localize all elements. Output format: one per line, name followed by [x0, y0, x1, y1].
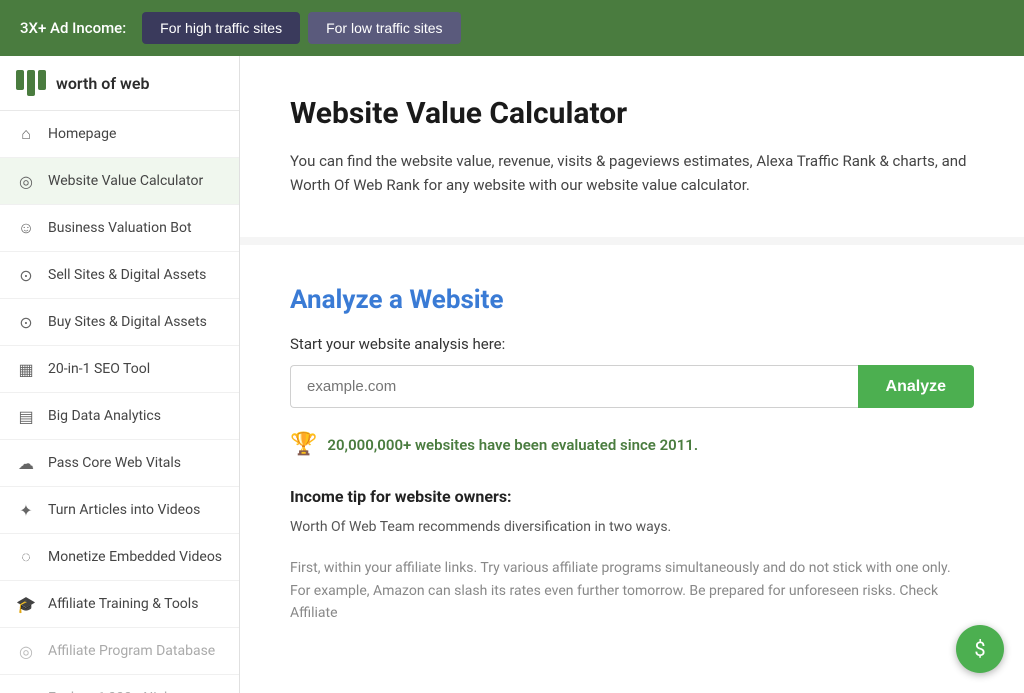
banner-label: 3X+ Ad Income:: [20, 19, 126, 37]
sidebar-item-affiliate-db: ◎ Affiliate Program Database: [0, 628, 239, 675]
nav-icon-affiliate-tools: 🎓: [16, 594, 36, 614]
analyze-section: Analyze a Website Start your website ana…: [240, 245, 1024, 665]
nav-icon-big-data: ▤: [16, 406, 36, 426]
sidebar-item-explore-niches: ◎ Explore 1,000+ Niches: [0, 675, 239, 693]
main-layout: worth of web ⌂ Homepage ◎ Website Value …: [0, 56, 1024, 693]
nav-icon-articles-videos: ✦: [16, 500, 36, 520]
nav-label-business-valuation-bot: Business Valuation Bot: [48, 220, 192, 236]
high-traffic-btn[interactable]: For high traffic sites: [142, 12, 300, 44]
sidebar-item-articles-videos[interactable]: ✦ Turn Articles into Videos: [0, 487, 239, 534]
sidebar-item-business-valuation-bot[interactable]: ☺ Business Valuation Bot: [0, 205, 239, 252]
sidebar-item-affiliate-tools[interactable]: 🎓 Affiliate Training & Tools: [0, 581, 239, 628]
nav-icon-affiliate-db: ◎: [16, 641, 36, 661]
nav-icon-homepage: ⌂: [16, 124, 36, 144]
nav-icon-seo-tool: ▦: [16, 359, 36, 379]
nav-list: ⌂ Homepage ◎ Website Value Calculator ☺ …: [0, 111, 239, 693]
sidebar-item-pass-core-web[interactable]: ☁ Pass Core Web Vitals: [0, 440, 239, 487]
nav-label-affiliate-db: Affiliate Program Database: [48, 643, 215, 659]
nav-icon-explore-niches: ◎: [16, 688, 36, 693]
logo-bar-3: [38, 70, 46, 90]
trophy-row: 🏆 20,000,000+ websites have been evaluat…: [290, 432, 974, 457]
nav-label-pass-core-web: Pass Core Web Vitals: [48, 455, 181, 471]
nav-icon-business-valuation-bot: ☺: [16, 218, 36, 238]
trophy-text: 20,000,000+ websites have been evaluated…: [327, 436, 698, 454]
income-tip-line1: Worth Of Web Team recommends diversifica…: [290, 516, 974, 538]
url-input[interactable]: [290, 365, 858, 408]
nav-label-buy-sites: Buy Sites & Digital Assets: [48, 314, 207, 330]
logo-icon: [16, 70, 46, 96]
sidebar-item-buy-sites[interactable]: ⊙ Buy Sites & Digital Assets: [0, 299, 239, 346]
content-area: Website Value Calculator You can find th…: [240, 56, 1024, 693]
page-title: Website Value Calculator: [290, 96, 974, 131]
sidebar-item-website-value-calculator[interactable]: ◎ Website Value Calculator: [0, 158, 239, 205]
income-tip-title: Income tip for website owners:: [290, 487, 974, 506]
nav-icon-pass-core-web: ☁: [16, 453, 36, 473]
floating-action-button[interactable]: $: [956, 625, 1004, 673]
hero-description: You can find the website value, revenue,…: [290, 149, 974, 197]
analyze-label: Start your website analysis here:: [290, 335, 974, 353]
logo-bar-1: [16, 70, 24, 90]
sidebar-item-big-data[interactable]: ▤ Big Data Analytics: [0, 393, 239, 440]
nav-icon-sell-sites: ⊙: [16, 265, 36, 285]
nav-label-homepage: Homepage: [48, 126, 116, 142]
nav-icon-monetize-videos: ◌: [16, 547, 36, 567]
nav-label-articles-videos: Turn Articles into Videos: [48, 502, 200, 518]
nav-label-big-data: Big Data Analytics: [48, 408, 161, 424]
logo-text: worth of web: [56, 74, 149, 93]
sidebar-item-seo-tool[interactable]: ▦ 20-in-1 SEO Tool: [0, 346, 239, 393]
nav-label-affiliate-tools: Affiliate Training & Tools: [48, 596, 198, 612]
trophy-icon: 🏆: [290, 432, 317, 457]
nav-icon-website-value-calculator: ◎: [16, 171, 36, 191]
nav-label-monetize-videos: Monetize Embedded Videos: [48, 549, 222, 565]
hero-section: Website Value Calculator You can find th…: [240, 56, 1024, 245]
analyze-title: Analyze a Website: [290, 285, 974, 315]
sidebar-item-sell-sites[interactable]: ⊙ Sell Sites & Digital Assets: [0, 252, 239, 299]
nav-icon-buy-sites: ⊙: [16, 312, 36, 332]
nav-label-website-value-calculator: Website Value Calculator: [48, 173, 203, 189]
nav-label-seo-tool: 20-in-1 SEO Tool: [48, 361, 150, 377]
top-banner: 3X+ Ad Income: For high traffic sites Fo…: [0, 0, 1024, 56]
nav-label-sell-sites: Sell Sites & Digital Assets: [48, 267, 206, 283]
sidebar-item-homepage[interactable]: ⌂ Homepage: [0, 111, 239, 158]
sidebar: worth of web ⌂ Homepage ◎ Website Value …: [0, 56, 240, 693]
income-tip-line2: First, within your affiliate links. Try …: [290, 557, 974, 624]
sidebar-item-monetize-videos[interactable]: ◌ Monetize Embedded Videos: [0, 534, 239, 581]
logo-bar-2: [27, 70, 35, 96]
logo-area: worth of web: [0, 56, 239, 111]
analyze-input-row: Analyze: [290, 365, 974, 408]
low-traffic-btn[interactable]: For low traffic sites: [308, 12, 460, 44]
analyze-button[interactable]: Analyze: [858, 365, 974, 408]
dollar-icon: $: [974, 637, 985, 661]
